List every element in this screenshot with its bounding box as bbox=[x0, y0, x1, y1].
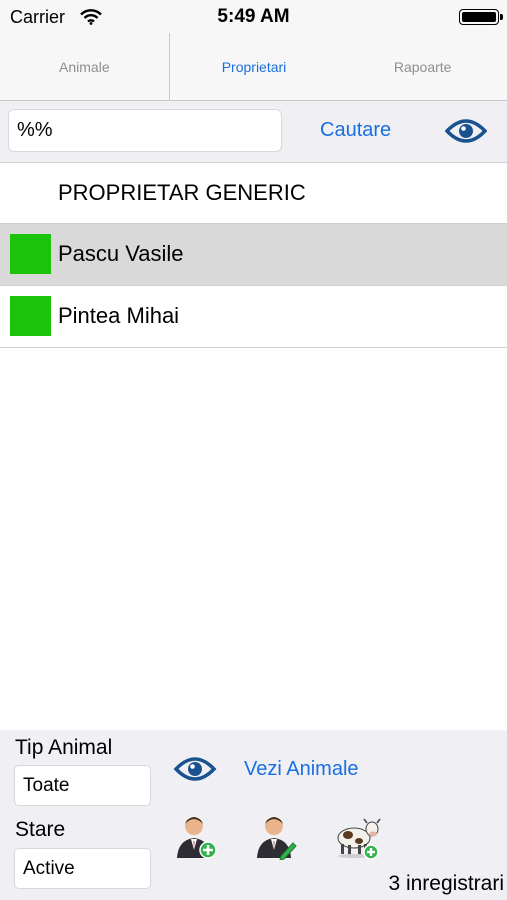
eye-icon[interactable] bbox=[173, 754, 217, 789]
stare-select[interactable]: Active bbox=[14, 848, 151, 889]
tab-animale[interactable]: Animale bbox=[0, 33, 169, 100]
edit-user-icon[interactable] bbox=[254, 814, 298, 865]
list-item-label: Pintea Mihai bbox=[58, 303, 180, 328]
stare-label: Stare bbox=[15, 818, 66, 841]
add-user-icon[interactable] bbox=[174, 814, 218, 865]
tip-animal-select[interactable]: Toate bbox=[14, 765, 151, 806]
tab-proprietari[interactable]: Proprietari bbox=[168, 33, 339, 100]
status-swatch bbox=[10, 234, 51, 274]
search-input[interactable] bbox=[8, 109, 282, 152]
status-swatch bbox=[10, 296, 51, 336]
list-item-label: PROPRIETAR GENERIC bbox=[58, 180, 306, 205]
vezi-animale-button[interactable]: Vezi Animale bbox=[244, 758, 359, 781]
segmented-tabs: Animale Proprietari Rapoarte bbox=[0, 33, 507, 101]
tab-rapoarte[interactable]: Rapoarte bbox=[338, 33, 507, 100]
list-item[interactable]: Pascu Vasile bbox=[0, 224, 507, 286]
list-item-generic[interactable]: PROPRIETAR GENERIC bbox=[0, 163, 507, 224]
list-item-label: Pascu Vasile bbox=[58, 241, 184, 266]
owners-list: PROPRIETAR GENERIC Pascu Vasile Pintea M… bbox=[0, 163, 507, 348]
status-bar: Carrier 5:49 AM bbox=[0, 0, 507, 33]
search-button[interactable]: Cautare bbox=[320, 119, 391, 142]
clock: 5:49 AM bbox=[217, 6, 290, 27]
record-count: 3 inregistrari bbox=[388, 872, 504, 895]
filter-panel: Tip Animal Toate Vezi Animale Stare Acti… bbox=[0, 730, 507, 900]
add-cow-icon[interactable] bbox=[334, 814, 382, 865]
list-item[interactable]: Pintea Mihai bbox=[0, 286, 507, 348]
tip-animal-label: Tip Animal bbox=[15, 736, 113, 759]
eye-icon[interactable] bbox=[444, 116, 488, 151]
search-bar: Cautare bbox=[0, 101, 507, 163]
battery-icon bbox=[459, 9, 503, 25]
